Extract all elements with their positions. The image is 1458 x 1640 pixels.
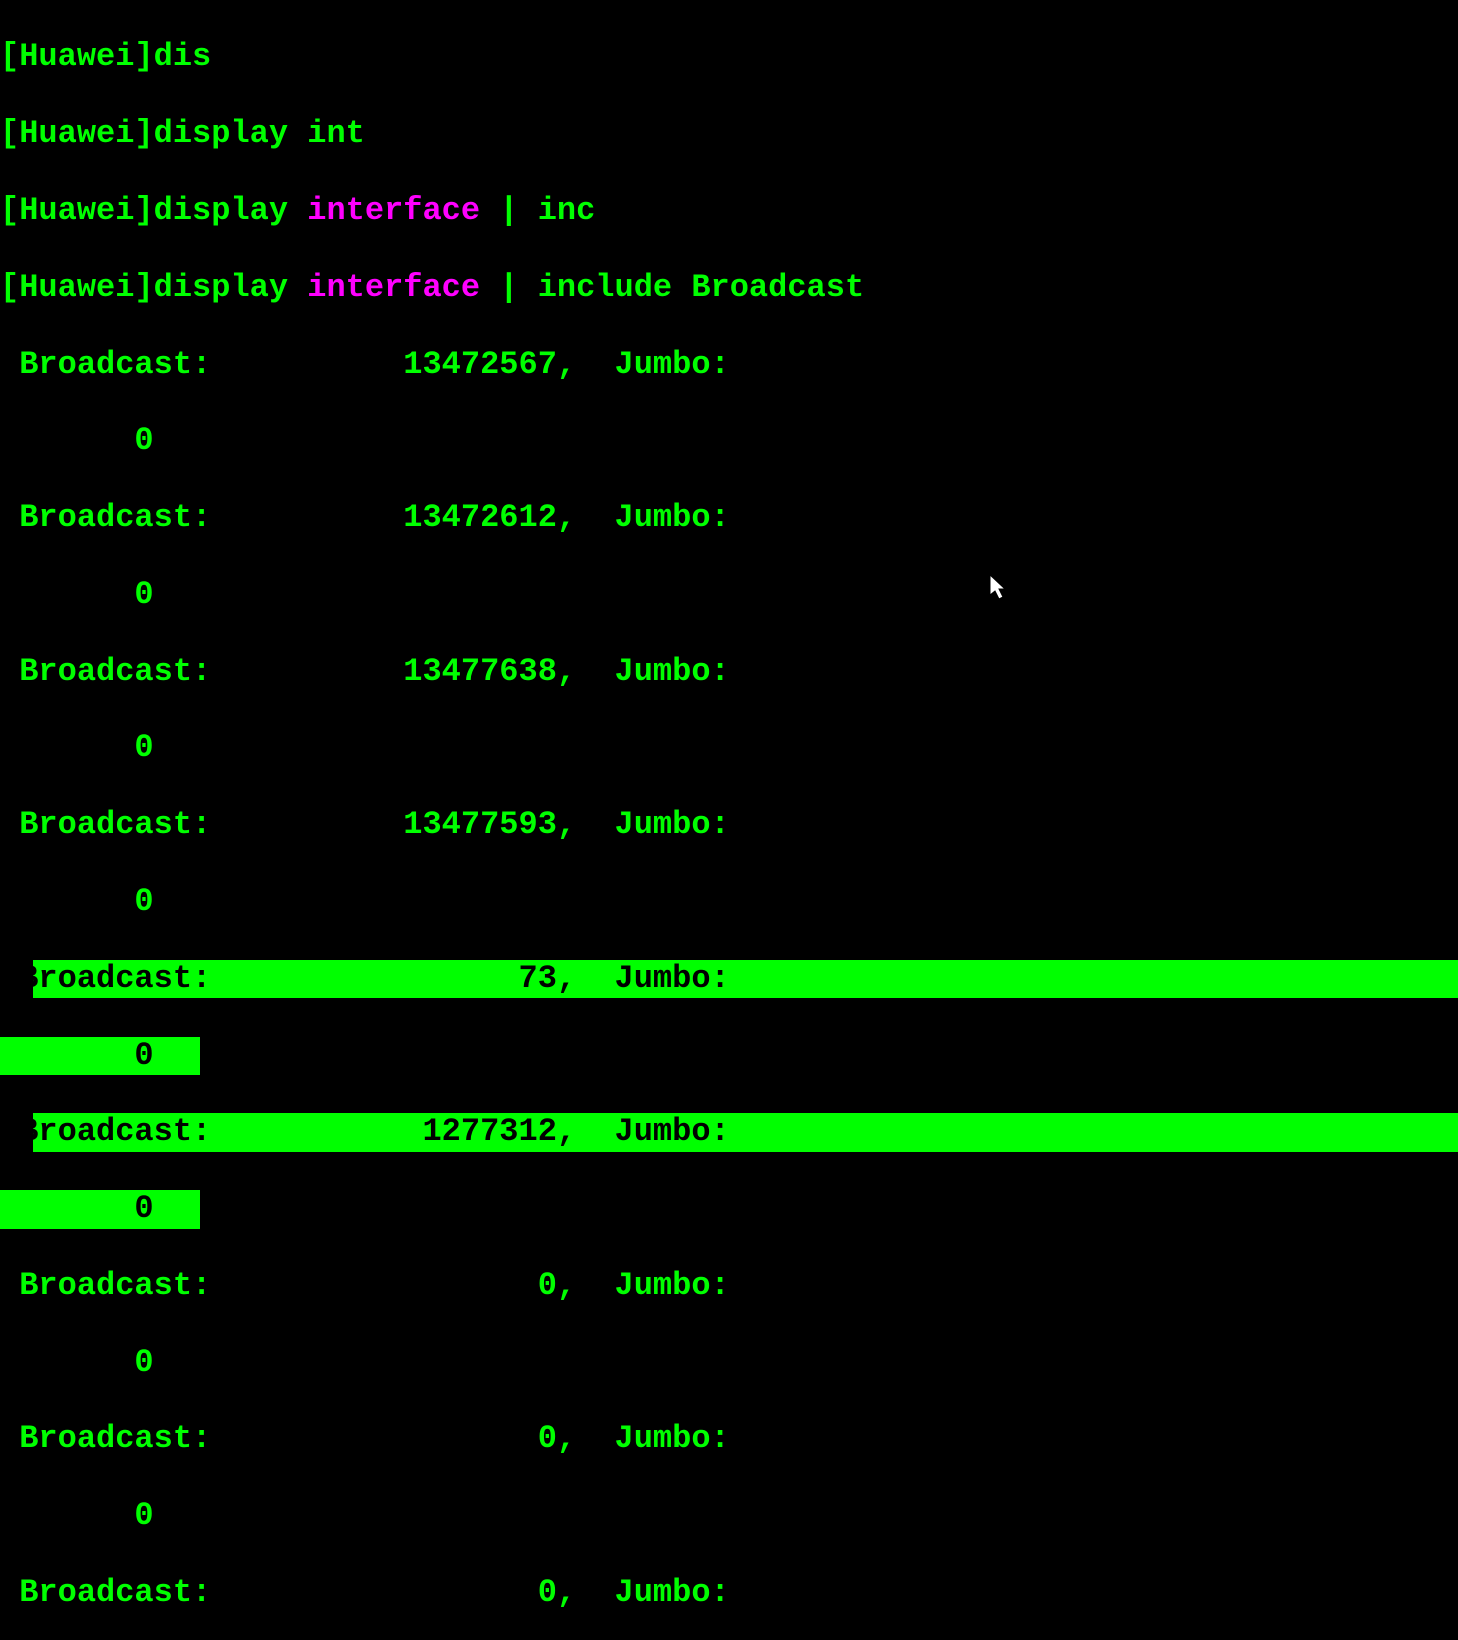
broadcast-value: 1277312,	[211, 1113, 576, 1150]
jumbo-label: Jumbo:	[576, 499, 730, 536]
broadcast-label: Broadcast:	[0, 1267, 211, 1304]
prompt-cmd: dis	[154, 38, 212, 75]
output-row-zero: 0	[0, 1344, 1458, 1382]
zero-value: 0	[0, 1344, 154, 1381]
jumbo-label: Jumbo:	[576, 653, 730, 690]
broadcast-value: 0,	[211, 1267, 576, 1304]
output-row-zero: 0	[0, 883, 1458, 921]
output-row: Broadcast: 13472612, Jumbo:	[0, 499, 1458, 537]
output-row-zero: 0	[0, 422, 1458, 460]
broadcast-label: Broadcast:	[0, 806, 211, 843]
jumbo-label: Jumbo:	[576, 1420, 730, 1457]
output-row: Broadcast: 0, Jumbo:	[0, 1267, 1458, 1305]
zero-value: 0	[0, 1037, 154, 1074]
zero-value: 0	[0, 1497, 154, 1534]
broadcast-label: Broadcast:	[0, 653, 211, 690]
prompt-cmd-b: interface	[307, 192, 480, 229]
zero-value: 0	[0, 422, 154, 459]
output-row-zero: 0	[0, 576, 1458, 614]
prompt-cmd-c: | inc	[480, 192, 595, 229]
terminal-output[interactable]: [Huawei]dis [Huawei]display int [Huawei]…	[0, 0, 1458, 1640]
prompt-cmd: display int	[154, 115, 365, 152]
broadcast-label: Broadcast:	[0, 1574, 211, 1611]
jumbo-label: Jumbo:	[576, 1113, 730, 1150]
prompt-prefix: [Huawei]	[0, 269, 154, 306]
broadcast-label: Broadcast:	[0, 346, 211, 383]
broadcast-label: Broadcast:	[0, 1420, 211, 1457]
prompt-prefix: [Huawei]	[0, 115, 154, 152]
output-row: Broadcast: 13477638, Jumbo:	[0, 653, 1458, 691]
prompt-line-2: [Huawei]display interface | inc	[0, 192, 1458, 230]
broadcast-value: 13472567,	[211, 346, 576, 383]
jumbo-label: Jumbo:	[576, 806, 730, 843]
broadcast-value: 13477593,	[211, 806, 576, 843]
broadcast-value: 13477638,	[211, 653, 576, 690]
prompt-cmd-a: display	[154, 269, 308, 306]
broadcast-value: 73,	[211, 960, 576, 997]
broadcast-label: Broadcast:	[0, 499, 211, 536]
zero-value: 0	[0, 1190, 154, 1227]
output-row-zero-highlighted: 0	[0, 1037, 1458, 1075]
zero-value: 0	[0, 729, 154, 766]
output-row-zero: 0	[0, 1497, 1458, 1535]
prompt-cmd-a: display	[154, 192, 308, 229]
output-row-highlighted: Broadcast: 1277312, Jumbo:	[0, 1113, 1458, 1151]
jumbo-label: Jumbo:	[576, 1574, 730, 1611]
output-row: Broadcast: 0, Jumbo:	[0, 1420, 1458, 1458]
output-row-zero: 0	[0, 729, 1458, 767]
prompt-prefix: [Huawei]	[0, 38, 154, 75]
prompt-line-1: [Huawei]display int	[0, 115, 1458, 153]
prompt-prefix: [Huawei]	[0, 192, 154, 229]
output-row: Broadcast: 13477593, Jumbo:	[0, 806, 1458, 844]
output-row: Broadcast: 13472567, Jumbo:	[0, 346, 1458, 384]
prompt-cmd-c: | include Broadcast	[480, 269, 864, 306]
broadcast-label: Broadcast:	[19, 1113, 211, 1150]
broadcast-value: 13472612,	[211, 499, 576, 536]
broadcast-label: Broadcast:	[19, 960, 211, 997]
jumbo-label: Jumbo:	[576, 1267, 730, 1304]
prompt-line-0: [Huawei]dis	[0, 38, 1458, 76]
jumbo-label: Jumbo:	[576, 346, 730, 383]
prompt-line-3: [Huawei]display interface | include Broa…	[0, 269, 1458, 307]
hl-fill	[730, 1113, 1095, 1150]
broadcast-value: 0,	[211, 1574, 576, 1611]
output-row-zero-highlighted: 0	[0, 1190, 1458, 1228]
output-row: Broadcast: 0, Jumbo:	[0, 1574, 1458, 1612]
jumbo-label: Jumbo:	[576, 960, 730, 997]
hl-fill	[730, 960, 1095, 997]
prompt-cmd-b: interface	[307, 269, 480, 306]
output-row-highlighted: Broadcast: 73, Jumbo:	[0, 960, 1458, 998]
zero-value: 0	[0, 883, 154, 920]
zero-value: 0	[0, 576, 154, 613]
broadcast-value: 0,	[211, 1420, 576, 1457]
